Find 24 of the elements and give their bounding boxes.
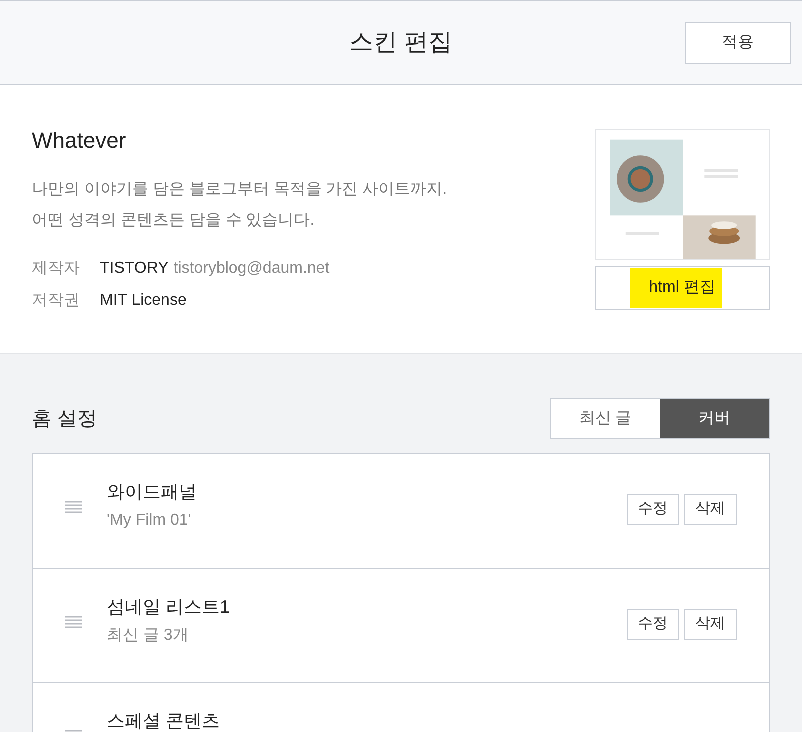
html-edit-button[interactable]: html 편집 — [595, 266, 770, 310]
item-subtitle: 'My Film 01' — [107, 511, 192, 531]
section-title: 홈 설정 — [32, 406, 98, 432]
page-title: 스킨 편집 — [350, 28, 452, 58]
delete-button[interactable]: 삭제 — [684, 609, 737, 640]
drag-handle-icon[interactable] — [65, 616, 82, 629]
delete-button[interactable]: 삭제 — [684, 494, 737, 525]
meta-label: 제작자 — [32, 259, 81, 279]
item-title: 와이드패널 — [107, 481, 198, 504]
item-title: 스페셜 콘텐츠 — [107, 710, 222, 732]
drag-handle-icon[interactable] — [65, 501, 82, 514]
item-subtitle: 최신 글 3개 — [107, 626, 190, 646]
description-line: 나만의 이야기를 담은 블로그부터 목적을 가진 사이트까지. — [32, 180, 448, 200]
author-email: tistoryblog@daum.net — [174, 259, 330, 279]
meta-value: TISTORY — [100, 259, 169, 279]
apply-button[interactable]: 적용 — [685, 22, 791, 64]
meta-value: MIT License — [100, 291, 187, 311]
meta-label: 저작권 — [32, 291, 81, 311]
edit-button[interactable]: 수정 — [627, 494, 679, 525]
tab[interactable]: 커버 — [660, 399, 769, 438]
item-title: 섬네일 리스트1 — [107, 596, 232, 619]
description-line: 어떤 성격의 콘텐츠든 담을 수 있습니다. — [32, 211, 316, 231]
skin-name: Whatever — [32, 129, 128, 153]
edit-button[interactable]: 수정 — [627, 609, 679, 640]
